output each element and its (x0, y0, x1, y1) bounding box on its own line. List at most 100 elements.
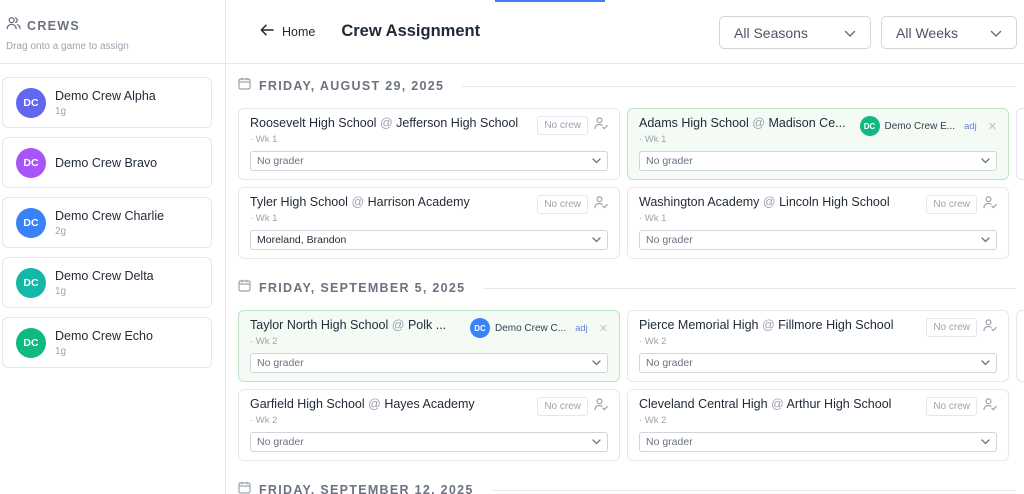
game-card[interactable]: Garfield High School @ Hayes Academy No … (238, 389, 620, 461)
no-crew-badge[interactable]: No crew (537, 397, 588, 416)
at-symbol: @ (752, 116, 765, 130)
divider (491, 489, 1016, 491)
sidebar-hint: Drag onto a game to assign (6, 41, 129, 52)
assigned-crew-name: Demo Crew C... (494, 322, 567, 334)
home-back-button[interactable]: Home (260, 24, 315, 39)
assigned-crew-name: Demo Crew E... (884, 120, 956, 132)
avatar: DC (16, 207, 46, 238)
game-matchup: Cleveland Central High @ Arthur High Sch… (639, 397, 891, 411)
no-crew-badge[interactable]: No crew (537, 116, 588, 135)
chevron-down-icon (592, 155, 601, 167)
game-top: Tyler High School @ Harrison Academy No … (250, 195, 608, 214)
crew-card-alpha[interactable]: DC Demo Crew Alpha 1g (2, 77, 212, 128)
close-icon[interactable]: ✕ (599, 322, 608, 335)
divider (462, 85, 1016, 87)
close-icon[interactable]: ✕ (988, 120, 997, 133)
grader-select[interactable]: Moreland, Brandon (250, 230, 608, 250)
weeks-select[interactable]: All Weeks (881, 16, 1017, 49)
user-check-icon[interactable] (983, 397, 997, 416)
avatar: DC (16, 147, 46, 178)
away-team: Polk ... (407, 318, 447, 332)
arrow-left-icon (260, 24, 274, 39)
grader-select[interactable]: No grader (250, 432, 608, 452)
assigned-crew[interactable]: DC Demo Crew E... adj ✕ (859, 116, 997, 136)
sidebar-title: CREWS (27, 18, 81, 33)
crew-slot: No crew (537, 397, 608, 416)
game-card[interactable]: Taylor North High School @ Polk ... DC D… (238, 310, 620, 382)
game-card[interactable]: Tyler High School @ Harrison Academy No … (238, 187, 620, 259)
no-crew-badge[interactable]: No crew (926, 318, 977, 337)
game-week: · Wk 2 (639, 415, 667, 426)
crew-game-count: 1g (55, 285, 67, 297)
grader-select[interactable]: No grader (639, 432, 997, 452)
game-matchup: Washington Academy @ Lincoln High School (639, 195, 890, 209)
chevron-down-icon (592, 234, 601, 246)
no-crew-badge[interactable]: No crew (926, 397, 977, 416)
date-header: FRIDAY, SEPTEMBER 12, 2025 (238, 468, 1024, 494)
grader-select[interactable]: No grader (250, 353, 608, 373)
crew-list: DC Demo Crew Alpha 1g DC Demo Crew Bravo… (0, 64, 225, 368)
crew-slot: No crew (537, 195, 608, 214)
game-matchup: Pierce Memorial High @ Fillmore High Sch… (639, 318, 893, 332)
chevron-down-icon (844, 25, 856, 41)
assigned-crew[interactable]: DC Demo Crew C... adj ✕ (469, 318, 608, 338)
grader-select[interactable]: No grader (639, 230, 997, 250)
crew-card-delta[interactable]: DC Demo Crew Delta 1g (2, 257, 212, 308)
crew-game-count: 1g (55, 345, 67, 357)
no-crew-badge[interactable]: No crew (537, 195, 588, 214)
user-check-icon[interactable] (594, 397, 608, 416)
at-symbol: @ (351, 195, 365, 209)
adjust-link[interactable]: adj (575, 323, 588, 334)
adjust-link[interactable]: adj (964, 121, 977, 132)
crew-text: Demo Crew Delta 1g (55, 269, 154, 297)
game-matchup: Taylor North High School @ Polk ... (250, 318, 446, 332)
grader-select[interactable]: No grader (250, 151, 608, 171)
crew-name: Demo Crew Charlie (55, 208, 165, 223)
grader-value: No grader (257, 436, 304, 448)
game-card-partial[interactable] (1016, 108, 1024, 180)
sidebar-header: CREWS Drag onto a game to assign (0, 0, 225, 64)
games-grid: Roosevelt High School @ Jefferson High S… (238, 108, 1024, 266)
seasons-select[interactable]: All Seasons (719, 16, 871, 49)
away-team: Fillmore High School (778, 318, 894, 332)
date-label: FRIDAY, SEPTEMBER 12, 2025 (259, 483, 474, 494)
grader-value: No grader (257, 357, 304, 369)
crew-slot: No crew (926, 318, 997, 337)
away-team: Madison Ce... (768, 116, 846, 130)
game-card[interactable]: Washington Academy @ Lincoln High School… (627, 187, 1009, 259)
at-symbol: @ (761, 318, 775, 332)
crew-card-charlie[interactable]: DC Demo Crew Charlie 2g (2, 197, 212, 248)
crew-name: Demo Crew Echo (55, 328, 153, 343)
home-team: Tyler High School (250, 195, 348, 209)
game-week: · Wk 1 (250, 134, 278, 145)
user-check-icon[interactable] (983, 318, 997, 337)
main-panel: Home Crew Assignment All Seasons All Wee… (226, 0, 1024, 494)
game-card[interactable]: Cleveland Central High @ Arthur High Sch… (627, 389, 1009, 461)
grader-select[interactable]: No grader (639, 151, 997, 171)
game-card-partial[interactable] (1016, 310, 1024, 382)
seasons-select-value: All Seasons (734, 24, 808, 41)
game-card[interactable]: Adams High School @ Madison Ce... DC Dem… (627, 108, 1009, 180)
no-crew-badge[interactable]: No crew (926, 195, 977, 214)
game-card[interactable]: Roosevelt High School @ Jefferson High S… (238, 108, 620, 180)
game-card[interactable]: Pierce Memorial High @ Fillmore High Sch… (627, 310, 1009, 382)
crew-card-bravo[interactable]: DC Demo Crew Bravo (2, 137, 212, 188)
home-team: Roosevelt High School (250, 116, 377, 130)
date-label: FRIDAY, AUGUST 29, 2025 (259, 79, 445, 93)
crew-text: Demo Crew Charlie 2g (55, 209, 164, 237)
grader-select[interactable]: No grader (639, 353, 997, 373)
crew-slot: No crew (537, 116, 608, 135)
game-week: · Wk 1 (639, 213, 667, 224)
chevron-down-icon (981, 155, 990, 167)
grader-value: No grader (646, 357, 693, 369)
game-week: · Wk 1 (250, 213, 278, 224)
game-week: · Wk 2 (250, 415, 278, 426)
crew-slot: No crew (926, 397, 997, 416)
user-check-icon[interactable] (594, 116, 608, 135)
crew-card-echo[interactable]: DC Demo Crew Echo 1g (2, 317, 212, 368)
user-check-icon[interactable] (983, 195, 997, 214)
home-team: Washington Academy (639, 195, 760, 209)
user-check-icon[interactable] (594, 195, 608, 214)
avatar: DC (16, 267, 46, 298)
away-team: Jefferson High School (396, 116, 519, 130)
